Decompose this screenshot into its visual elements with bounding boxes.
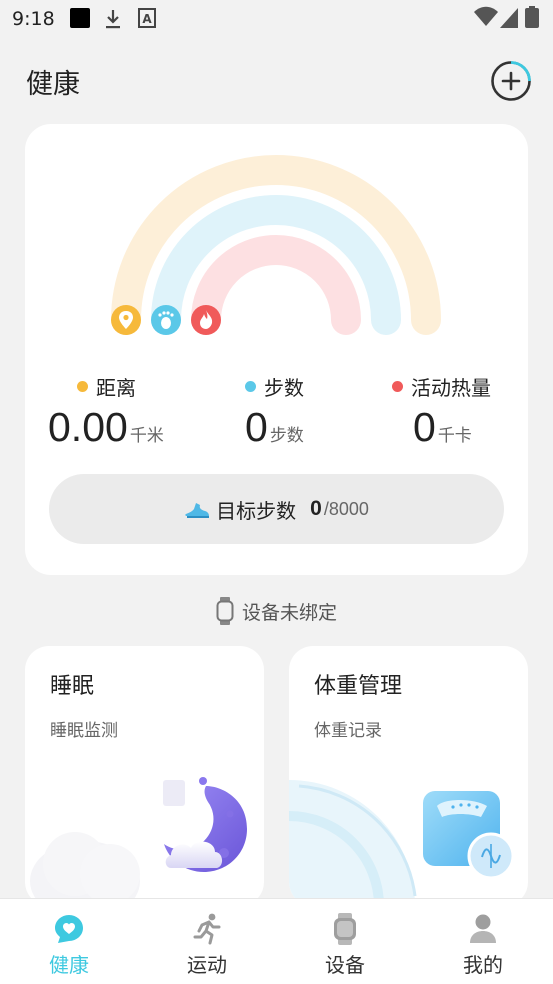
weight-subtitle: 体重记录 [314,721,382,741]
sleep-title: 睡眠 [50,674,95,699]
download-icon [106,10,120,29]
status-time: 9:18 [12,8,55,30]
steps-metric: 步数 0 步数 [245,372,415,450]
sleep-card[interactable]: 睡眠 睡眠监测 [25,646,264,906]
bottom-tab-bar: 健康 运动 设备 我的 [0,898,553,984]
tab-health[interactable]: 健康 [0,899,138,984]
distance-dot [77,381,88,392]
person-icon [470,914,496,943]
steps-unit: 步数 [269,426,304,446]
distance-unit: 千米 [129,426,164,446]
signal-icon [500,8,518,28]
step-goal-total: /8000 [323,498,369,519]
status-bar: 9:18 A [0,0,553,38]
tab-device[interactable]: 设备 [276,899,414,984]
activity-summary-card[interactable]: 距离 0.00 千米 步数 0 步数 活动热量 0 千卡 目标步数 0 /8000 [25,124,528,575]
distance-label: 距离 [96,376,136,400]
location-pin-icon [111,305,141,335]
activity-rings-chart [111,155,441,335]
device-status-text: 设备未绑定 [241,601,337,624]
running-icon [193,913,221,945]
steps-value: 0 [245,404,268,450]
svg-text:A: A [142,12,152,26]
add-button[interactable] [490,60,532,102]
tab-exercise[interactable]: 运动 [138,899,276,984]
step-goal-button[interactable]: 目标步数 0 /8000 [49,474,504,544]
calories-label: 活动热量 [411,376,491,400]
page-title: 健康 [26,69,80,100]
step-goal-label: 目标步数 [216,498,297,523]
watch-icon [216,597,234,625]
tab-me-label: 我的 [463,953,503,977]
distance-metric: 距离 0.00 千米 [48,372,247,450]
calories-unit: 千卡 [437,426,472,446]
steps-dot [245,381,256,392]
tab-exercise-label: 运动 [187,953,227,977]
step-goal-current: 0 [310,497,322,520]
distance-value: 0.00 [48,404,128,450]
heart-chat-icon [55,915,83,943]
footprint-icon [151,305,181,335]
tab-health-label: 健康 [49,953,89,977]
notification-app-icon [70,8,90,28]
font-notification-icon: A [138,8,156,28]
watch-icon [334,913,356,945]
calories-dot [392,381,403,392]
sleep-subtitle: 睡眠监测 [50,721,118,741]
tab-device-label: 设备 [325,953,365,977]
calories-metric: 活动热量 0 千卡 [392,372,553,450]
weight-title: 体重管理 [314,674,403,699]
battery-icon [525,6,539,28]
device-unbound-status[interactable]: 设备未绑定 [0,596,553,626]
calories-value: 0 [413,404,436,450]
tab-me[interactable]: 我的 [414,899,552,984]
wifi-icon [474,6,498,26]
steps-label: 步数 [264,376,304,400]
weight-management-card[interactable]: 体重管理 体重记录 [289,646,528,906]
flame-icon [191,305,221,335]
sneaker-icon [185,503,210,518]
